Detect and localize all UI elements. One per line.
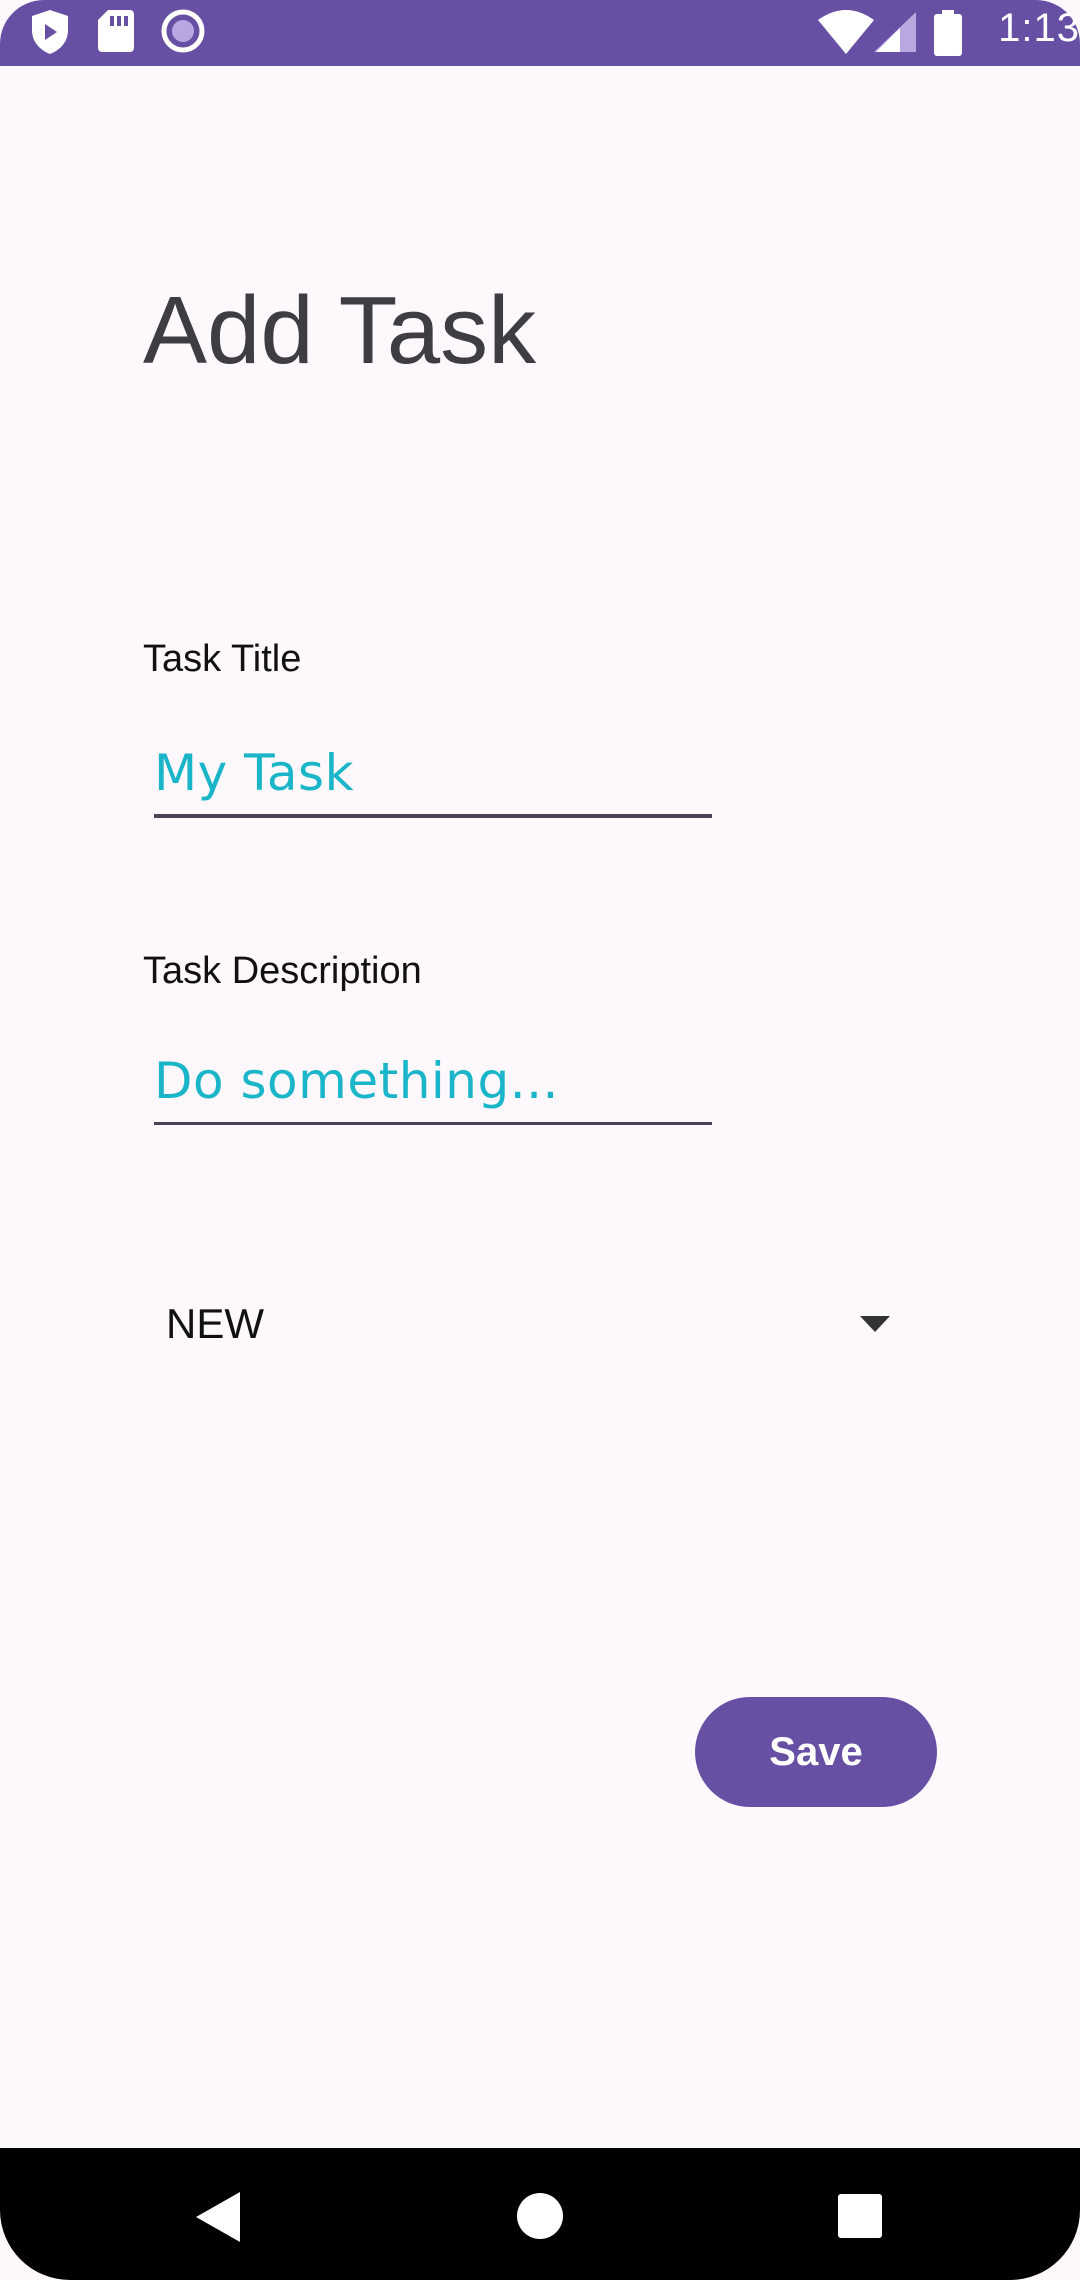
sd-card-icon [96,8,136,59]
add-task-screen: 1:13 Add Task Task Title Task Descriptio… [0,0,1080,2280]
battery-icon [934,10,962,61]
task-description-input[interactable] [154,1036,712,1126]
back-icon[interactable] [196,2192,242,2247]
wifi-icon [818,10,874,59]
shield-icon [28,8,72,61]
task-title-label: Task Title [143,638,302,680]
task-description-label: Task Description [143,950,422,992]
page-title: Add Task [143,277,537,384]
status-dropdown[interactable]: NEW [150,1280,890,1370]
record-icon [160,8,206,59]
task-description-underline [154,1122,712,1125]
status-time: 1:13 [998,6,1080,50]
home-icon[interactable] [516,2192,564,2245]
status-bar: 1:13 [0,0,1080,66]
status-dropdown-value: NEW [166,1300,264,1347]
save-button[interactable]: Save [695,1697,937,1807]
signal-icon [874,12,916,57]
task-title-input[interactable] [154,728,712,818]
dropdown-arrow-icon [860,1316,890,1337]
navigation-bar [0,2148,1080,2280]
task-title-underline [154,814,712,818]
recents-icon[interactable] [838,2194,882,2243]
